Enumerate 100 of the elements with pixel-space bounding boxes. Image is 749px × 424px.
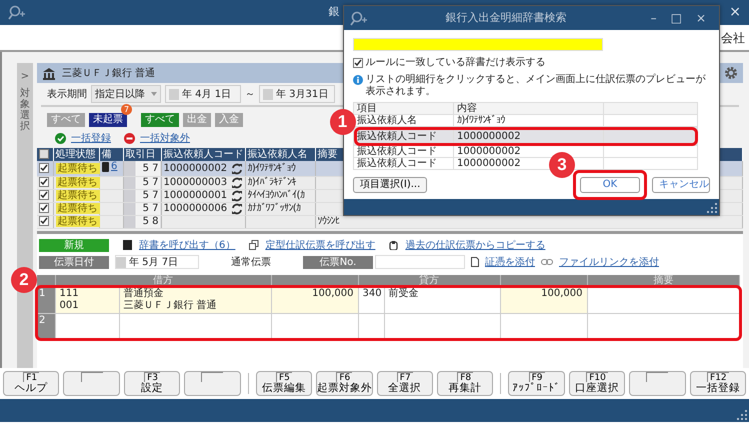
voucher-link[interactable]: 過去の仕訳伝票からコピーする bbox=[405, 238, 546, 252]
voucher-number-label: 伝票No. bbox=[303, 256, 373, 268]
column-header: 借方 bbox=[153, 275, 173, 286]
sub-account-name: 三菱ＵＦＪ銀行 普通 bbox=[124, 300, 218, 312]
select-all-checkbox[interactable] bbox=[39, 148, 49, 159]
column-header: 項目 bbox=[357, 103, 377, 114]
column-header: 内容 bbox=[457, 103, 477, 114]
sync-icon[interactable] bbox=[230, 190, 242, 202]
sync-icon[interactable] bbox=[230, 162, 242, 174]
function-key-button[interactable]: F1 ヘルプ bbox=[3, 371, 60, 396]
item-select-button[interactable]: 項目選択(I)... bbox=[353, 177, 428, 193]
ok-button[interactable]: OK bbox=[580, 177, 640, 193]
remitter-code: 1000000002 bbox=[164, 162, 228, 174]
function-key-button[interactable]: F8 再集計 bbox=[436, 371, 494, 396]
item-name: 振込依頼人名 bbox=[357, 115, 417, 126]
remitter-code: 1000000003 bbox=[164, 177, 228, 189]
row-number: 2 bbox=[39, 315, 46, 326]
credit-amount: 100,000 bbox=[540, 288, 582, 300]
resize-grip-icon[interactable] bbox=[737, 410, 747, 420]
function-key-button[interactable]: F10 口座選択 bbox=[568, 371, 626, 396]
voucher-link[interactable]: 辞書を呼び出す（6） bbox=[139, 238, 236, 252]
filter-button[interactable]: 未起票 bbox=[89, 113, 127, 127]
status-tag: 起票待ち bbox=[56, 177, 100, 188]
function-key-button[interactable]: F5 伝票編集 bbox=[256, 371, 312, 396]
account-name: 三菱ＵＦＪ銀行 普通 bbox=[62, 66, 156, 80]
item-value: 1000000002 bbox=[457, 158, 521, 169]
row-checkbox[interactable] bbox=[39, 216, 49, 226]
account-code: 111 bbox=[60, 288, 80, 300]
row-checkbox[interactable] bbox=[39, 203, 49, 214]
function-key-button[interactable]: F3 設定 bbox=[124, 371, 180, 396]
row-checkbox[interactable] bbox=[39, 190, 49, 200]
function-key-button[interactable]: F9 ｱｯﾌﾟﾛｰﾄﾞ bbox=[508, 371, 565, 396]
debit-amount: 100,000 bbox=[311, 288, 354, 300]
bulk-action-link[interactable]: 一括登録 bbox=[71, 131, 111, 146]
memo-text: ｿｳｼﾝﾋ bbox=[318, 216, 340, 227]
transaction-date: 5 8 bbox=[142, 216, 158, 227]
remitter-name: ﾀｲﾍｲﾖｳﾊﾝﾊﾞｲ(ｶ bbox=[248, 190, 304, 201]
voucher-number-field[interactable] bbox=[375, 255, 465, 269]
link-icon bbox=[541, 259, 553, 265]
clipboard-icon bbox=[389, 240, 400, 250]
maximize-button[interactable]: □ bbox=[670, 9, 682, 27]
end-date-field[interactable]: 年 3月31日 bbox=[259, 85, 335, 103]
voucher-date-field[interactable]: 年 5月 7日 bbox=[115, 255, 199, 269]
item-value: 1000000002 bbox=[457, 146, 521, 157]
count-badge: 7 bbox=[121, 104, 132, 115]
resize-grip-icon[interactable] bbox=[707, 203, 717, 213]
search-plus-icon bbox=[350, 10, 368, 26]
mode-label: 新規 bbox=[39, 238, 109, 252]
column-header: 摘要 bbox=[653, 275, 674, 286]
status-tag: 起票待ち bbox=[56, 203, 100, 214]
account-code: 340 bbox=[362, 288, 380, 300]
account-name: 普通預金 bbox=[124, 288, 164, 300]
search-plus-icon bbox=[8, 5, 26, 20]
bulk-action-link[interactable]: 一括対象外 bbox=[140, 131, 190, 146]
start-date-field[interactable]: 年 4月 1日 bbox=[165, 85, 241, 103]
attach-file-link[interactable]: ファイルリンクを添付 bbox=[559, 254, 659, 270]
period-select[interactable]: 指定日以降 bbox=[91, 85, 161, 103]
cancel-button[interactable]: キャンセル bbox=[652, 177, 710, 193]
column-header[interactable]: 摘要 bbox=[318, 148, 338, 160]
info-text: リストの明細行をクリックすると、メイン画面上に仕訳伝票のプレビューが表示されます。 bbox=[366, 74, 706, 98]
rule-checkbox[interactable] bbox=[353, 58, 363, 68]
row-checkbox[interactable] bbox=[39, 162, 49, 173]
blank-key-button[interactable] bbox=[184, 371, 241, 396]
blank-key-button[interactable] bbox=[63, 371, 120, 396]
remitter-name: ｶ)ｲﾜﾃｻﾝｷﾞｮｳ bbox=[248, 162, 296, 174]
check-circle-icon bbox=[55, 133, 66, 144]
status-tag: 起票待ち bbox=[56, 216, 100, 227]
copy-icon bbox=[249, 240, 260, 250]
function-key-button[interactable]: F7 全選択 bbox=[376, 371, 433, 396]
no-entry-icon bbox=[124, 133, 135, 144]
status-tag: 起票待ち bbox=[56, 190, 100, 201]
info-icon bbox=[353, 75, 363, 85]
column-header: 貸方 bbox=[419, 275, 439, 286]
company-name: 会社 bbox=[721, 30, 745, 46]
transaction-date: 5 7 bbox=[142, 190, 158, 201]
voucher-date-label: 伝票日付 bbox=[39, 256, 109, 268]
expand-toggle[interactable]: > bbox=[20, 69, 30, 84]
sync-icon[interactable] bbox=[230, 177, 242, 189]
window-title: 銀 bbox=[328, 4, 340, 20]
sync-icon[interactable] bbox=[230, 203, 242, 215]
keyword-field[interactable] bbox=[353, 38, 603, 51]
close-button[interactable]: × bbox=[696, 9, 706, 27]
settings-icon[interactable] bbox=[724, 66, 738, 80]
attach-receipt-link[interactable]: 証憑を添付 bbox=[485, 254, 535, 270]
blank-key-button[interactable] bbox=[629, 371, 686, 396]
transaction-date: 5 7 bbox=[142, 162, 158, 174]
status-tag: 起票待ち bbox=[56, 162, 100, 174]
voucher-link[interactable]: 定型仕訳伝票を呼び出す bbox=[265, 238, 376, 252]
function-key-button[interactable]: F12 一括登録 bbox=[690, 371, 746, 396]
sidebar-label: 対象選択 bbox=[20, 88, 30, 132]
filter-button[interactable]: すべて bbox=[141, 113, 179, 127]
row-checkbox[interactable] bbox=[39, 177, 49, 188]
close-button[interactable]: × bbox=[729, 2, 741, 23]
dialog-title: 銀行入出金明細辞書検索 bbox=[444, 10, 568, 26]
transaction-date: 5 7 bbox=[142, 177, 158, 188]
remitter-code: 1000000006 bbox=[164, 203, 228, 215]
item-value: ｶ)ｲﾜﾃｻﾝｷﾞｮｳ bbox=[457, 115, 505, 126]
function-key-button[interactable]: F6 起票対象外 bbox=[316, 371, 373, 396]
minimize-button[interactable]: – bbox=[650, 9, 657, 27]
rule-filter-label[interactable]: ルールに一致している辞書だけ表示する bbox=[366, 55, 546, 70]
